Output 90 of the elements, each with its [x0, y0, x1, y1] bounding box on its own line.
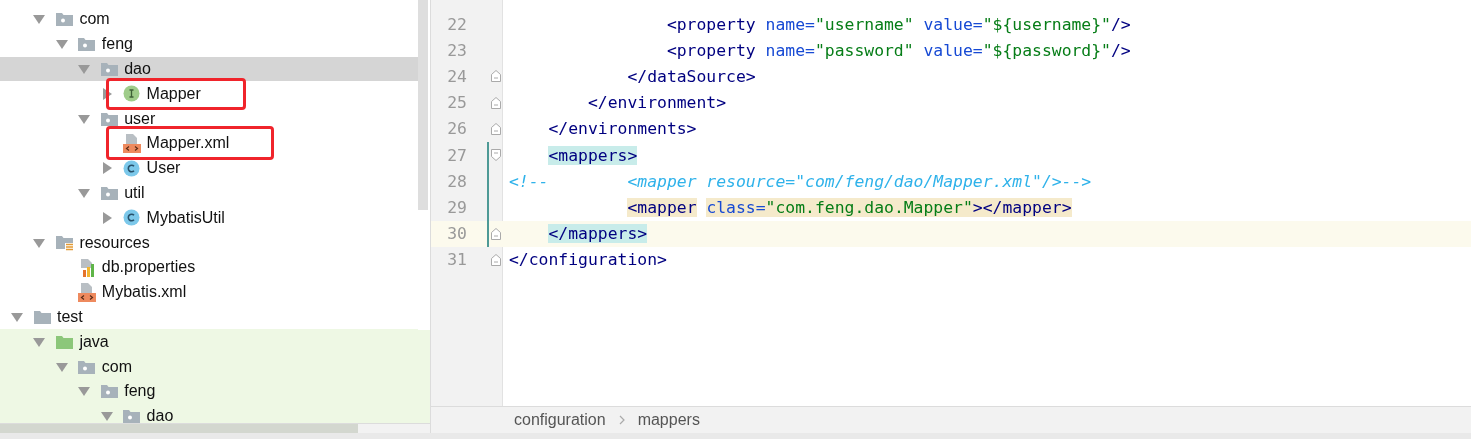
line-number: 26 — [446, 119, 467, 139]
code-line: <property name="password" value="${password}"/> — [665, 40, 1131, 60]
line-number: 28 — [446, 171, 467, 191]
expanded-arrow-icon[interactable] — [33, 13, 46, 26]
line-number: 30 — [446, 224, 467, 244]
expanded-arrow-icon[interactable] — [78, 385, 91, 398]
fold-icon[interactable] — [491, 227, 501, 240]
code-line: </dataSource> — [626, 66, 756, 86]
tree-row[interactable]: com — [0, 7, 418, 32]
collapsed-arrow-icon[interactable] — [100, 87, 113, 100]
tree-item-label: feng — [101, 35, 133, 54]
package-folder-icon — [100, 185, 118, 200]
tree-item-label: com — [79, 10, 110, 29]
expanded-arrow-icon[interactable] — [33, 335, 46, 348]
tree-row[interactable]: resources — [0, 230, 418, 255]
fold-icon[interactable] — [491, 96, 501, 109]
resources-folder-icon — [55, 234, 73, 251]
tree-item-label: util — [124, 183, 145, 202]
fold-icon[interactable] — [491, 149, 501, 162]
tree-item-label: test — [57, 307, 83, 326]
line-number: 24 — [446, 66, 467, 86]
horizontal-scrollbar[interactable] — [0, 424, 358, 433]
package-folder-icon — [123, 409, 141, 423]
package-folder-icon — [78, 37, 96, 52]
fold-icon[interactable] — [491, 253, 501, 266]
tree-row[interactable]: Mybatis.xml — [0, 279, 418, 305]
xml-file-icon — [77, 282, 96, 303]
expanded-arrow-icon[interactable] — [78, 112, 91, 125]
package-folder-icon — [55, 12, 73, 27]
fold-icon[interactable] — [491, 70, 501, 83]
fold-icon[interactable] — [491, 122, 501, 135]
expanded-arrow-icon[interactable] — [55, 360, 68, 373]
tree-row[interactable]: util — [0, 180, 418, 206]
package-folder-icon — [100, 111, 118, 126]
code-line: <!-- <mapper resource="com/feng/dao/Mapper.xml"/>--> — [508, 171, 1092, 191]
tree-item-label: dao — [146, 407, 174, 423]
tree-item-label: resources — [79, 233, 150, 252]
interface-icon — [123, 85, 141, 103]
line-number: 22 — [446, 14, 467, 34]
line-number: 31 — [446, 250, 467, 270]
chevron-icon — [617, 415, 626, 425]
tree-item-label: Mybatis.xml — [101, 283, 187, 302]
tree-item-label: java — [79, 332, 109, 351]
properties-file-icon — [78, 257, 96, 277]
tree-item-label: Mapper.xml — [146, 134, 230, 153]
code-line: </environment> — [586, 93, 727, 113]
folder-icon — [33, 309, 51, 324]
line-number: 23 — [446, 40, 467, 60]
collapsed-arrow-icon[interactable] — [100, 162, 113, 175]
tree-row[interactable]: dao — [0, 56, 418, 82]
xml-file-icon — [122, 133, 141, 154]
expanded-arrow-icon[interactable] — [78, 186, 91, 199]
class-icon — [123, 209, 141, 227]
package-folder-icon — [78, 359, 96, 374]
tree-item-label: user — [124, 109, 156, 128]
collapsed-arrow-icon[interactable] — [100, 211, 113, 224]
code-line: </environments> — [547, 119, 697, 139]
breadcrumb-item[interactable]: configuration — [514, 411, 606, 429]
tree-item-label: db.properties — [101, 258, 196, 277]
tree-row[interactable]: feng — [0, 31, 418, 57]
tree-row[interactable]: db.properties — [0, 254, 418, 280]
tree-item-label: dao — [124, 60, 151, 78]
tree-row[interactable]: Mapper — [0, 81, 418, 107]
line-number: 29 — [446, 197, 467, 217]
vertical-scrollbar[interactable] — [418, 0, 428, 210]
package-folder-icon — [100, 384, 118, 399]
code-line: <property name="username" value="${username}"/> — [665, 14, 1131, 34]
expanded-arrow-icon[interactable] — [78, 63, 91, 75]
tree-item-label: Mapper — [146, 84, 201, 103]
breadcrumb-item[interactable]: mappers — [637, 411, 700, 429]
expanded-arrow-icon[interactable] — [33, 236, 46, 249]
tree-item-label: MybatisUtil — [146, 208, 225, 227]
line-number: 25 — [446, 93, 467, 113]
tree-row[interactable]: Mapper.xml — [0, 131, 418, 156]
tree-item-label: User — [146, 159, 181, 178]
class-icon — [123, 159, 141, 177]
tree-row[interactable]: MybatisUtil — [0, 205, 418, 231]
tree-row[interactable]: test — [0, 304, 418, 330]
code-line: <mapper class="com.feng.dao.Mapper"></mapper> — [626, 197, 1072, 217]
tree-item-label: feng — [124, 382, 156, 401]
expanded-arrow-icon[interactable] — [100, 410, 113, 423]
code-line: </configuration> — [508, 250, 667, 270]
package-folder-icon — [100, 62, 118, 76]
tree-row[interactable]: user — [0, 106, 418, 131]
tree-item-label: com — [101, 357, 133, 376]
line-number: 27 — [446, 145, 467, 165]
expanded-arrow-icon[interactable] — [11, 310, 23, 323]
tree-row[interactable]: User — [0, 155, 418, 181]
folder-icon — [55, 334, 73, 349]
expanded-arrow-icon[interactable] — [55, 38, 68, 51]
